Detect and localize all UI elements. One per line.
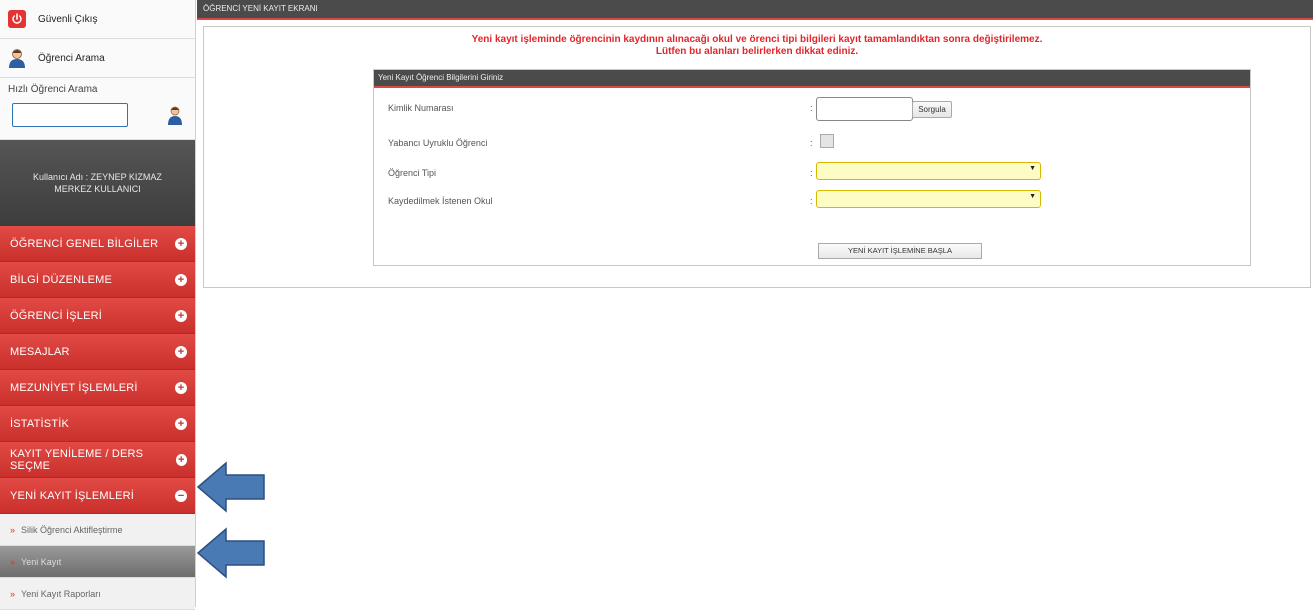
row-kaydedilmek-istenen-okul: Kaydedilmek İstenen Okul : ▼ [374,190,1250,214]
power-icon [8,10,26,28]
menu-mesajlar[interactable]: MESAJLAR + [0,334,195,370]
field-label: Öğrenci Tipi [388,168,437,178]
submenu-silik-ogrenci[interactable]: » Silik Öğrenci Aktifleştirme [0,514,195,546]
bullet-icon: » [10,588,16,599]
page-title-bar: ÖĞRENCİ YENİ KAYIT EKRANI [197,0,1313,20]
quick-search-panel: Hızlı Öğrenci Arama [0,78,195,140]
plus-circle-icon: + [175,417,187,430]
field-colon: : [810,138,813,148]
annotation-arrow-icon [196,461,265,513]
field-colon: : [810,196,813,206]
registration-form: Yeni Kayıt Öğrenci Bilgilerini Giriniz K… [373,69,1251,266]
plus-circle-icon: + [175,273,187,286]
menu-istatistik[interactable]: İSTATİSTİK + [0,406,195,442]
field-label: Kaydedilmek İstenen Okul [388,196,493,206]
warning-line-2: Lütfen bu alanları belirlerken dikkat ed… [655,46,859,57]
menu-bilgi-duzenleme[interactable]: BİLGİ DÜZENLEME + [0,262,195,298]
row-ogrenci-tipi: Öğrenci Tipi : ▼ [374,162,1250,186]
submenu-yeni-kayit-raporlari[interactable]: » Yeni Kayıt Raporları [0,578,195,610]
student-type-select[interactable]: ▼ [816,162,1041,180]
start-registration-button[interactable]: YENİ KAYIT İŞLEMİNE BAŞLA [818,243,982,259]
page-title: ÖĞRENCİ YENİ KAYIT EKRANI [203,4,318,13]
menu-label: ÖĞRENCİ İŞLERİ [10,309,103,322]
menu-label: MEZUNİYET İŞLEMLERİ [10,381,138,394]
dropdown-arrow-icon: ▼ [1029,193,1036,200]
field-colon: : [810,168,813,178]
menu-label: MESAJLAR [10,345,70,358]
dropdown-arrow-icon: ▼ [1029,165,1036,172]
student-search-label: Öğrenci Arama [38,52,105,64]
menu-label: YENİ KAYIT İŞLEMLERİ [10,489,135,502]
minus-circle-icon: − [175,489,187,502]
id-number-input[interactable] [816,97,913,121]
plus-circle-icon: + [175,453,187,466]
field-label: Kimlik Numarası [388,103,454,113]
logout-link[interactable]: Güvenli Çıkış [0,0,195,39]
submenu-yeni-kayit[interactable]: » Yeni Kayıt [0,546,195,578]
quick-search-title: Hızlı Öğrenci Arama [8,84,98,95]
bullet-icon: » [10,556,16,567]
annotation-arrow-icon [196,527,265,579]
query-button[interactable]: Sorgula [912,101,952,118]
user-role: MERKEZ KULLANICI [54,184,141,194]
plus-circle-icon: + [175,237,187,250]
submenu-label: Silik Öğrenci Aktifleştirme [21,524,123,535]
menu-label: İSTATİSTİK [10,417,70,430]
plus-circle-icon: + [175,345,187,358]
plus-circle-icon: + [175,309,187,322]
menu-ogrenci-isleri[interactable]: ÖĞRENCİ İŞLERİ + [0,298,195,334]
logout-label: Güvenli Çıkış [38,13,98,25]
foreign-student-checkbox[interactable] [820,134,834,148]
row-kimlik-numarasi: Kimlik Numarası : Sorgula [374,97,1250,121]
quick-search-input[interactable] [12,103,128,127]
plus-circle-icon: + [175,381,187,394]
submenu-label: Yeni Kayıt Raporları [21,588,101,599]
menu-mezuniyet-islemleri[interactable]: MEZUNİYET İŞLEMLERİ + [0,370,195,406]
user-name: Kullanıcı Adı : ZEYNEP KIZMAZ [33,172,162,182]
warning-message: Yeni kayıt işleminde öğrencinin kaydının… [204,34,1310,58]
field-colon: : [810,103,813,113]
form-title: Yeni Kayıt Öğrenci Bilgilerini Giriniz [374,70,1250,88]
sidebar: Güvenli Çıkış Öğrenci Arama Hızlı Öğrenc… [0,0,196,610]
user-info: Kullanıcı Adı : ZEYNEP KIZMAZ MERKEZ KUL… [0,140,195,226]
submenu-label: Yeni Kayıt [21,556,62,567]
row-yabanci-uyruklu: Yabancı Uyruklu Öğrenci : [374,132,1250,156]
school-select[interactable]: ▼ [816,190,1041,208]
menu-kayit-yenileme[interactable]: KAYIT YENİLEME / DERS SEÇME + [0,442,195,478]
student-person-icon [9,49,25,68]
field-label: Yabancı Uyruklu Öğrenci [388,138,488,148]
bullet-icon: » [10,524,16,535]
quick-search-person-icon[interactable] [167,105,183,125]
menu-label: KAYIT YENİLEME / DERS SEÇME [10,447,144,472]
menu-label: ÖĞRENCİ GENEL BİLGİLER [10,237,159,250]
menu-ogrenci-genel-bilgiler[interactable]: ÖĞRENCİ GENEL BİLGİLER + [0,226,195,262]
warning-line-1: Yeni kayıt işleminde öğrencinin kaydının… [471,34,1043,45]
student-search-link[interactable]: Öğrenci Arama [0,39,195,78]
menu-label: BİLGİ DÜZENLEME [10,273,113,286]
menu-yeni-kayit-islemleri[interactable]: YENİ KAYIT İŞLEMLERİ − [0,478,195,514]
